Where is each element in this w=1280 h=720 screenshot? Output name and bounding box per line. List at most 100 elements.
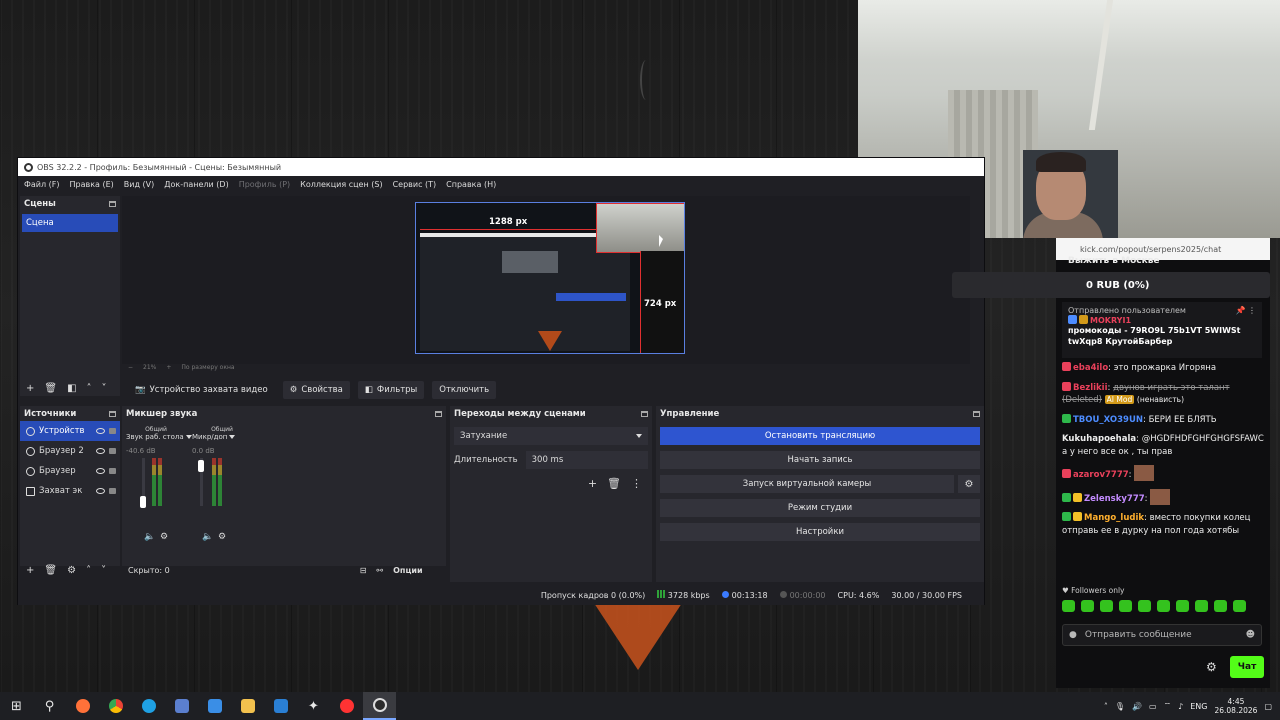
add-icon[interactable]: + [588,477,597,490]
chevron-up-icon[interactable]: ˄ [86,565,91,576]
preview-area[interactable]: 1288 px 724 px [122,196,970,364]
menu-docks[interactable]: Док-панели (D) [164,180,228,189]
visibility-icon[interactable] [96,428,105,434]
microphone-icon[interactable]: 🎙 [1115,702,1125,711]
lock-icon[interactable] [109,448,116,454]
visibility-icon[interactable] [96,468,105,474]
chevron-down-icon[interactable]: ˅ [101,565,106,576]
chrome-icon[interactable] [99,692,132,720]
pinned-message[interactable]: Отправлено пользователем 📌 ⋮ MOKRYI1 про… [1062,302,1262,358]
add-icon[interactable]: + [26,565,34,576]
store-icon[interactable] [198,692,231,720]
undock-icon[interactable] [973,410,980,417]
settings-icon[interactable]: ⚙ [218,532,226,542]
windows-start-icon[interactable]: ⊞ [0,692,33,720]
obs-titlebar[interactable]: OBS 32.2.2 - Профиль: Безымянный - Сцены… [18,158,984,176]
pin-icon[interactable]: 📌 ⋮ [1235,306,1256,315]
studio-mode-button[interactable]: Режим студии [660,499,980,517]
stop-stream-button[interactable]: Остановить трансляцию [660,427,980,445]
folder-icon[interactable] [231,692,264,720]
transition-select[interactable]: Затухание [454,427,648,445]
menu-file[interactable]: Файл (F) [24,180,60,189]
mail-icon[interactable] [264,692,297,720]
menu-view[interactable]: Вид (V) [124,180,154,189]
gear-icon[interactable]: ⚙ [958,475,980,493]
sparkle-icon[interactable]: ✦ [297,692,330,720]
start-recording-button[interactable]: Начать запись [660,451,980,469]
undock-icon[interactable] [109,410,116,417]
chat-nick[interactable]: Mango_ludik [1084,513,1144,523]
source-item[interactable]: Захват эк [20,481,120,501]
undock-icon[interactable] [109,200,116,207]
menu-scene-collection[interactable]: Коллекция сцен (S) [300,180,382,189]
add-icon[interactable]: + [26,383,34,394]
chevron-up-icon[interactable]: ˄ [1104,702,1108,711]
filter-icon[interactable]: ◧ [67,383,76,394]
chat-nick[interactable]: TBOU_XO39UN [1073,415,1143,425]
obs-window[interactable]: OBS 32.2.2 - Профиль: Безымянный - Сцены… [17,157,985,605]
emote-icon[interactable] [1138,600,1151,612]
chat-nick[interactable]: Bezlikii [1073,383,1108,393]
options-menu[interactable]: Опции [393,566,422,575]
disable-button[interactable]: Отключить [432,381,497,399]
save-icon[interactable] [165,692,198,720]
menu-edit[interactable]: Правка (E) [70,180,114,189]
channel-name[interactable]: Микр/доп [192,433,252,441]
source-item[interactable]: Устройств [20,421,120,441]
visibility-icon[interactable] [96,488,105,494]
filters-button[interactable]: ◧ Фильтры [357,381,425,399]
zoom-in-icon[interactable]: + [166,364,171,371]
language-indicator[interactable]: ENG [1190,702,1207,711]
more-icon[interactable]: ⋮ [631,477,642,490]
emoji-icon[interactable]: ☻ [1246,630,1255,640]
chat-nick[interactable]: eba4ilo [1073,363,1108,373]
fader-knob[interactable] [140,496,146,508]
duration-input[interactable]: 300 ms [525,451,648,469]
emote-icon[interactable] [1214,600,1227,612]
gear-icon[interactable]: ⚙ [67,565,76,576]
trash-icon[interactable]: 🗑 [44,565,57,576]
chevron-down-icon[interactable]: ˅ [102,383,107,394]
edge-icon[interactable] [132,692,165,720]
emote-icon[interactable] [1195,600,1208,612]
menu-tools[interactable]: Сервис (T) [393,180,437,189]
volume-icon[interactable]: 🔊 [1132,702,1142,711]
clock[interactable]: 4:45 26.08.2026 [1214,697,1257,715]
chat-send-button[interactable]: Чат [1230,656,1264,678]
fader-knob[interactable] [198,460,204,472]
emote-icon[interactable] [1119,600,1132,612]
battery-icon[interactable]: ▭ [1149,702,1157,711]
speaker-icon[interactable]: 🔈 [202,532,213,542]
speaker-icon[interactable]: 🔈 [144,532,155,542]
source-item[interactable]: Браузер 2 [20,441,120,461]
program-preview[interactable]: 1288 px 724 px [415,202,685,354]
notification-icon[interactable]: ▢ [1264,702,1272,711]
chat-nick[interactable]: Zelensky777 [1084,494,1145,504]
emote-icon[interactable] [1100,600,1113,612]
menu-help[interactable]: Справка (H) [446,180,496,189]
virtual-camera-button[interactable]: Запуск виртуальной камеры [660,475,954,493]
channel-name[interactable]: Звук раб. стола [126,433,192,441]
lock-icon[interactable] [109,488,116,494]
search-icon[interactable]: ⚲ [33,692,66,720]
emote-icon[interactable] [1157,600,1170,612]
undock-icon[interactable] [641,410,648,417]
selected-webcam-source[interactable] [596,203,684,253]
emote-icon[interactable] [1081,600,1094,612]
properties-button[interactable]: ⚙ Свойства [282,381,350,399]
visibility-icon[interactable] [96,448,105,454]
settings-button[interactable]: Настройки [660,523,980,541]
yandex-icon[interactable] [330,692,363,720]
speaker-icon[interactable]: ♪ [1178,702,1183,711]
source-item[interactable]: Браузер [20,461,120,481]
link-icon[interactable]: ⚯ [376,566,383,575]
menu-profile[interactable]: Профиль (P) [239,180,290,189]
trash-icon[interactable]: 🗑 [44,383,57,394]
fit-label[interactable]: По размеру окна [181,364,234,371]
layout-icon[interactable]: ⊟ [360,566,367,575]
lock-icon[interactable] [109,468,116,474]
zoom-out-icon[interactable]: − [128,364,133,371]
obs-taskbar-icon[interactable] [363,692,396,720]
pinned-user[interactable]: MOKRYI1 [1090,316,1131,325]
firefox-icon[interactable] [66,692,99,720]
